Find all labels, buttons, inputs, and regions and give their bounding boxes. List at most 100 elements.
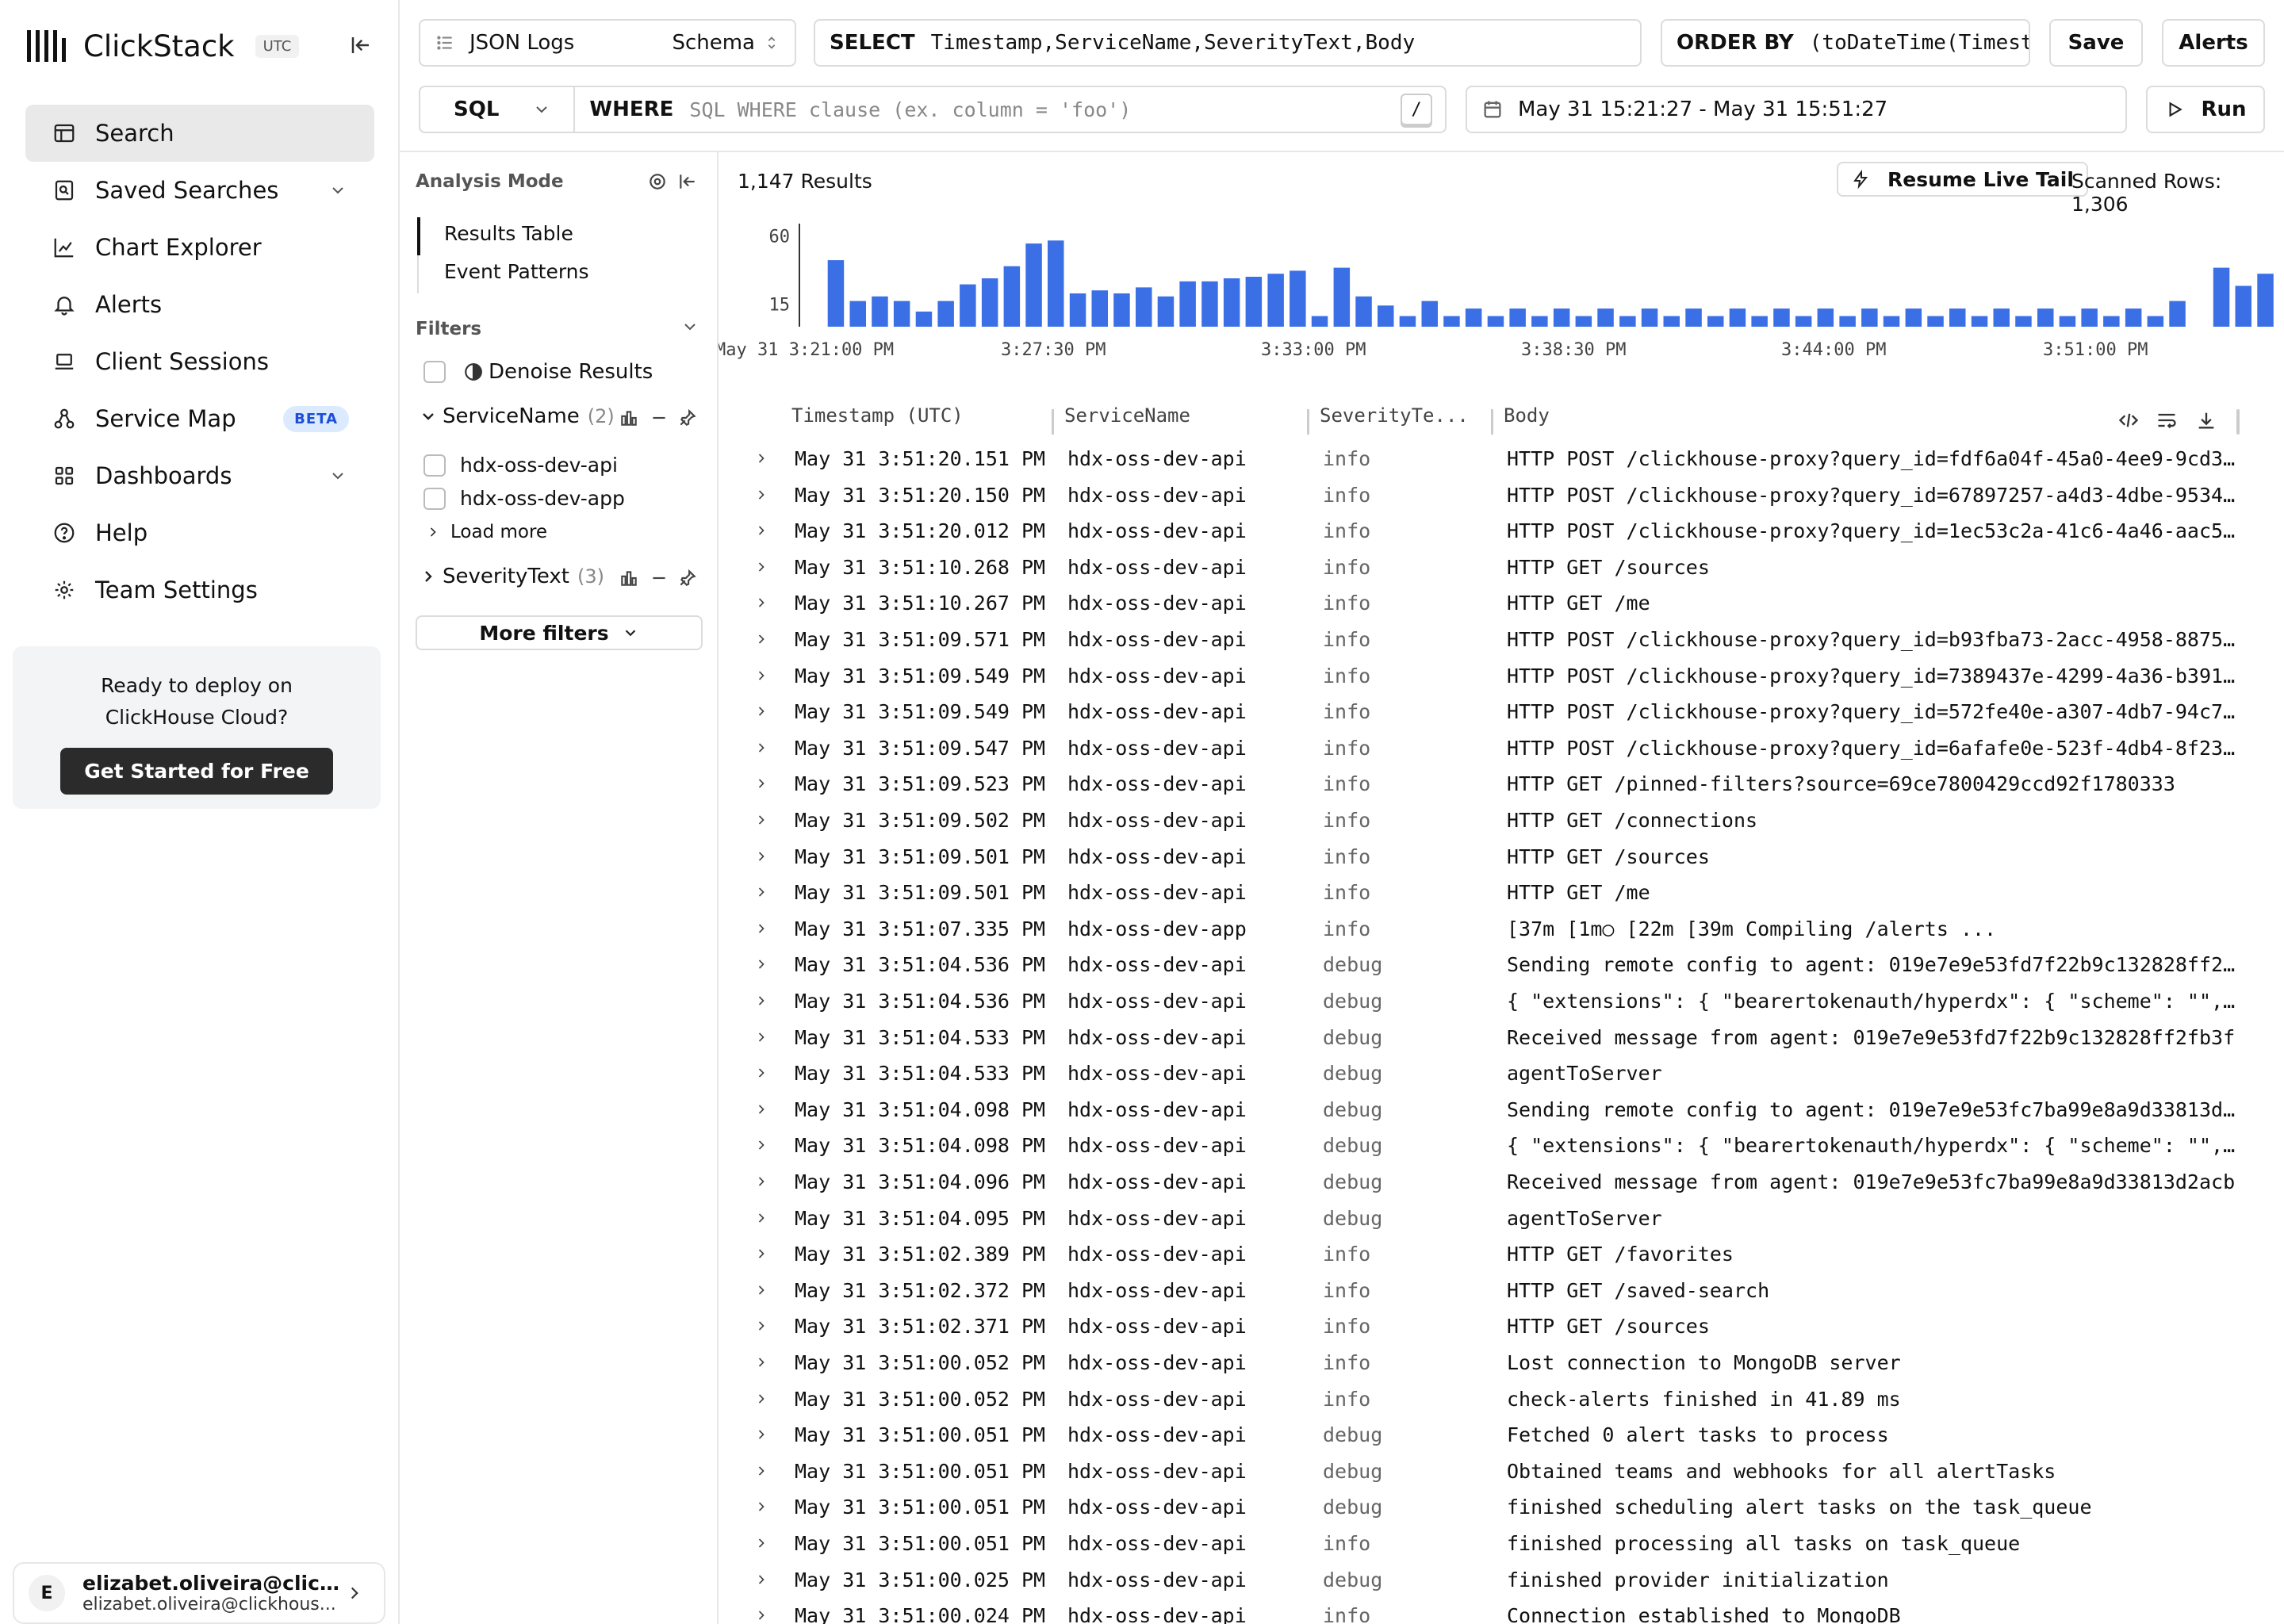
table-row[interactable]: May 31 3:51:02.371 PM hdx-oss-dev-api info… [719,1308,2284,1345]
expand-row-icon[interactable] [753,595,769,611]
histogram-bar[interactable] [1839,316,1856,327]
table-row[interactable]: May 31 3:51:04.533 PM hdx-oss-dev-api debu… [719,1020,2284,1056]
select-input[interactable]: SELECT Timestamp,ServiceName,SeverityTex… [814,19,1642,67]
table-row[interactable]: May 31 3:51:04.533 PM hdx-oss-dev-api debu… [719,1055,2284,1092]
histogram-bar[interactable] [1531,316,1548,327]
table-row[interactable]: May 31 3:51:02.389 PM hdx-oss-dev-api info… [719,1236,2284,1273]
load-more-link[interactable]: Load more [425,522,547,542]
column-header-severitytext[interactable]: SeverityTe... [1320,404,1469,427]
histogram-bar[interactable] [1157,296,1175,327]
expand-row-icon[interactable] [753,1101,769,1117]
table-row[interactable]: May 31 3:51:20.151 PM hdx-oss-dev-api info… [719,441,2284,477]
histogram-chart[interactable]: 60 15 May 31 3:21:00 PM 3:27:30 PM 3:33:00 P… [719,216,2284,374]
user-menu[interactable]: E elizabet.oliveira@clickh... elizabet.o… [13,1562,385,1624]
expand-row-icon[interactable] [753,993,769,1009]
histogram-bar[interactable] [2125,308,2142,327]
facet-value-checkbox[interactable] [423,487,446,510]
histogram-bar[interactable] [915,311,933,327]
histogram-bar[interactable] [1245,277,1263,327]
resume-live-tail-button[interactable]: Resume Live Tail [1837,162,2088,197]
histogram-bar[interactable] [1707,316,1724,327]
facet-servicename[interactable]: ServiceName (2) [419,404,615,428]
source-selector[interactable]: JSON Logs Schema [419,19,796,67]
nav-item-alerts[interactable]: Alerts [25,276,374,333]
time-range-picker[interactable]: May 31 15:21:27 - May 31 15:51:27 [1466,86,2127,133]
more-filters-button[interactable]: More filters [416,615,703,650]
table-row[interactable]: May 31 3:51:02.372 PM hdx-oss-dev-api info… [719,1273,2284,1309]
nav-item-chart-explorer[interactable]: Chart Explorer [25,219,374,276]
histogram-bar[interactable] [1003,266,1021,327]
chevron-down-icon[interactable] [680,317,699,336]
column-header-servicename[interactable]: ServiceName [1064,404,1190,427]
schema-button[interactable]: Schema [672,31,755,55]
facet-value[interactable]: hdx-oss-dev-api [423,454,618,477]
table-row[interactable]: May 31 3:51:10.268 PM hdx-oss-dev-api info… [719,550,2284,586]
table-row[interactable]: May 31 3:51:04.095 PM hdx-oss-dev-api debu… [719,1201,2284,1237]
expand-row-icon[interactable] [753,1535,769,1551]
expand-row-icon[interactable] [753,884,769,900]
wrap-lines-icon[interactable] [2156,409,2178,431]
table-row[interactable]: May 31 3:51:09.501 PM hdx-oss-dev-api info… [719,839,2284,875]
histogram-bar[interactable] [1267,274,1284,327]
histogram-bar[interactable] [1311,316,1328,327]
histogram-bar[interactable] [1751,316,1768,327]
table-row[interactable]: May 31 3:51:00.052 PM hdx-oss-dev-api info… [719,1381,2284,1418]
save-button[interactable]: Save [2049,19,2143,67]
table-row[interactable]: May 31 3:51:04.536 PM hdx-oss-dev-api debu… [719,983,2284,1020]
run-button[interactable]: Run [2146,86,2265,133]
table-row[interactable]: May 31 3:51:04.536 PM hdx-oss-dev-api debu… [719,947,2284,983]
expand-row-icon[interactable] [753,1029,769,1045]
facet-severitytext[interactable]: SeverityText (3) [419,565,604,588]
expand-row-icon[interactable] [753,1137,769,1153]
bar-chart-icon[interactable] [619,408,639,428]
brand[interactable]: ClickStack UTC [27,25,300,67]
table-row[interactable]: May 31 3:51:00.051 PM hdx-oss-dev-api debu… [719,1417,2284,1454]
expand-row-icon[interactable] [753,631,769,647]
histogram-bar[interactable] [1729,308,1746,327]
table-row[interactable]: May 31 3:51:04.098 PM hdx-oss-dev-api debu… [719,1092,2284,1128]
table-row[interactable]: May 31 3:51:00.024 PM hdx-oss-dev-api info… [719,1598,2284,1624]
column-resizer[interactable] [1052,409,1054,435]
expand-row-icon[interactable] [753,450,769,466]
histogram-bar[interactable] [1179,281,1196,327]
expand-row-icon[interactable] [753,559,769,575]
expand-row-icon[interactable] [753,1282,769,1298]
histogram-bar[interactable] [1290,270,1306,327]
nav-item-client-sessions[interactable]: Client Sessions [25,333,374,390]
histogram-bar[interactable] [1619,316,1636,327]
column-header-timestamp[interactable]: Timestamp (UTC) [791,404,964,427]
histogram-bar[interactable] [1597,308,1614,327]
histogram-bar[interactable] [1465,308,1482,327]
expand-row-icon[interactable] [753,740,769,756]
histogram-bar[interactable] [981,278,998,327]
mode-event-patterns[interactable]: Event Patterns [444,260,589,283]
orderby-input[interactable]: ORDER BY (toDateTime(Timestam [1661,19,2030,67]
expand-row-icon[interactable] [753,1065,769,1081]
collapse-panel-icon[interactable] [677,171,698,192]
expand-row-icon[interactable] [753,956,769,972]
table-row[interactable]: May 31 3:51:09.523 PM hdx-oss-dev-api info… [719,766,2284,802]
histogram-bar[interactable] [1378,305,1394,327]
nav-item-search[interactable]: Search [25,105,374,162]
histogram-bar[interactable] [2037,308,2054,327]
histogram-bar[interactable] [1993,308,2010,327]
histogram-bar[interactable] [1641,308,1658,327]
table-row[interactable]: May 31 3:51:00.051 PM hdx-oss-dev-api debu… [719,1489,2284,1526]
histogram-bar[interactable] [1927,316,1944,327]
table-row[interactable]: May 31 3:51:00.051 PM hdx-oss-dev-api debu… [719,1454,2284,1490]
histogram-bar[interactable] [1355,296,1372,327]
nav-item-dashboards[interactable]: Dashboards [25,447,374,504]
histogram-bar[interactable] [1443,316,1460,327]
expand-row-icon[interactable] [753,668,769,684]
histogram-bar[interactable] [827,260,845,327]
table-row[interactable]: May 31 3:51:09.547 PM hdx-oss-dev-api info… [719,730,2284,767]
histogram-bar[interactable] [1575,316,1592,327]
where-input[interactable]: SQL WHERE clause (ex. column = 'foo') [689,98,1131,121]
expand-row-icon[interactable] [753,1499,769,1515]
table-row[interactable]: May 31 3:51:20.012 PM hdx-oss-dev-api info… [719,513,2284,550]
histogram-bar[interactable] [1421,301,1439,327]
table-row[interactable]: May 31 3:51:04.098 PM hdx-oss-dev-api debu… [719,1128,2284,1164]
expand-row-icon[interactable] [753,848,769,864]
histogram-bar[interactable] [1399,316,1416,327]
table-row[interactable]: May 31 3:51:20.150 PM hdx-oss-dev-api info… [719,477,2284,514]
